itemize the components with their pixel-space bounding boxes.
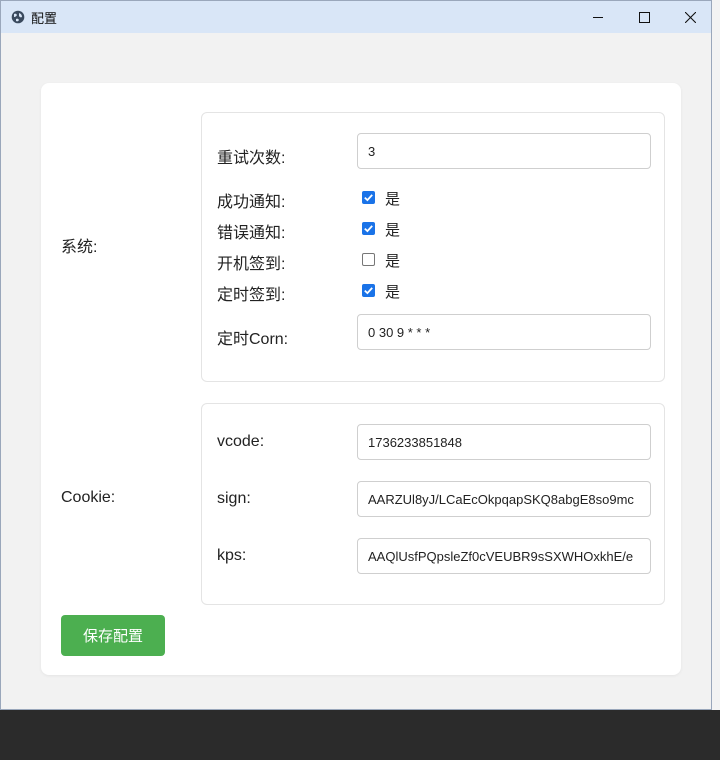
background-editor-bottom — [0, 710, 720, 760]
success-notify-option: 是 — [385, 191, 401, 208]
check-icon — [364, 194, 373, 202]
error-notify-option: 是 — [385, 222, 401, 239]
save-config-button[interactable]: 保存配置 — [61, 615, 165, 656]
title-bar[interactable]: 配置 — [1, 1, 711, 33]
check-icon — [364, 287, 373, 295]
system-section-label: 系统: — [61, 239, 98, 256]
vcode-input[interactable] — [357, 424, 651, 460]
config-card: 系统: 重试次数: 成功通知: 是 错误通知: 是 开机签到: — [41, 83, 681, 675]
cookie-section-label: Cookie: — [61, 489, 116, 506]
background-editor-right — [711, 0, 720, 760]
startup-signin-checkbox[interactable] — [362, 253, 375, 266]
cron-label: 定时Corn: — [217, 331, 289, 348]
maximize-icon — [638, 11, 650, 23]
check-icon — [364, 225, 373, 233]
close-icon — [684, 11, 696, 23]
success-notify-checkbox[interactable] — [362, 191, 375, 204]
config-window: 配置 系统: 重试次数: 成功通知: — [0, 0, 712, 710]
maximize-button[interactable] — [621, 1, 667, 33]
kps-label: kps: — [217, 547, 247, 564]
kps-input[interactable] — [357, 538, 651, 574]
error-notify-row: 错误通知: 是 — [217, 219, 647, 242]
system-settings-group: 重试次数: 成功通知: 是 错误通知: 是 开机签到: 是 — [201, 112, 665, 382]
cron-input[interactable] — [357, 314, 651, 350]
scheduled-signin-checkbox[interactable] — [362, 284, 375, 297]
error-notify-label: 错误通知: — [217, 225, 286, 242]
startup-signin-label: 开机签到: — [217, 256, 286, 273]
error-notify-checkbox[interactable] — [362, 222, 375, 235]
window-title: 配置 — [31, 10, 58, 26]
startup-signin-row: 开机签到: 是 — [217, 250, 647, 273]
app-globe-icon — [11, 10, 25, 24]
sign-input[interactable] — [357, 481, 651, 517]
retry-count-input[interactable] — [357, 133, 651, 169]
success-notify-row: 成功通知: 是 — [217, 188, 647, 211]
close-button[interactable] — [667, 1, 713, 33]
cookie-settings-group: vcode: sign: kps: — [201, 403, 665, 605]
retry-count-label: 重试次数: — [217, 150, 286, 167]
vcode-label: vcode: — [217, 433, 265, 450]
sign-label: sign: — [217, 490, 251, 507]
scheduled-signin-option: 是 — [385, 284, 401, 301]
success-notify-label: 成功通知: — [217, 194, 286, 211]
minimize-icon — [592, 16, 603, 18]
startup-signin-option: 是 — [385, 253, 401, 270]
scheduled-signin-row: 定时签到: 是 — [217, 281, 647, 304]
minimize-button[interactable] — [575, 1, 621, 33]
scheduled-signin-label: 定时签到: — [217, 287, 286, 304]
